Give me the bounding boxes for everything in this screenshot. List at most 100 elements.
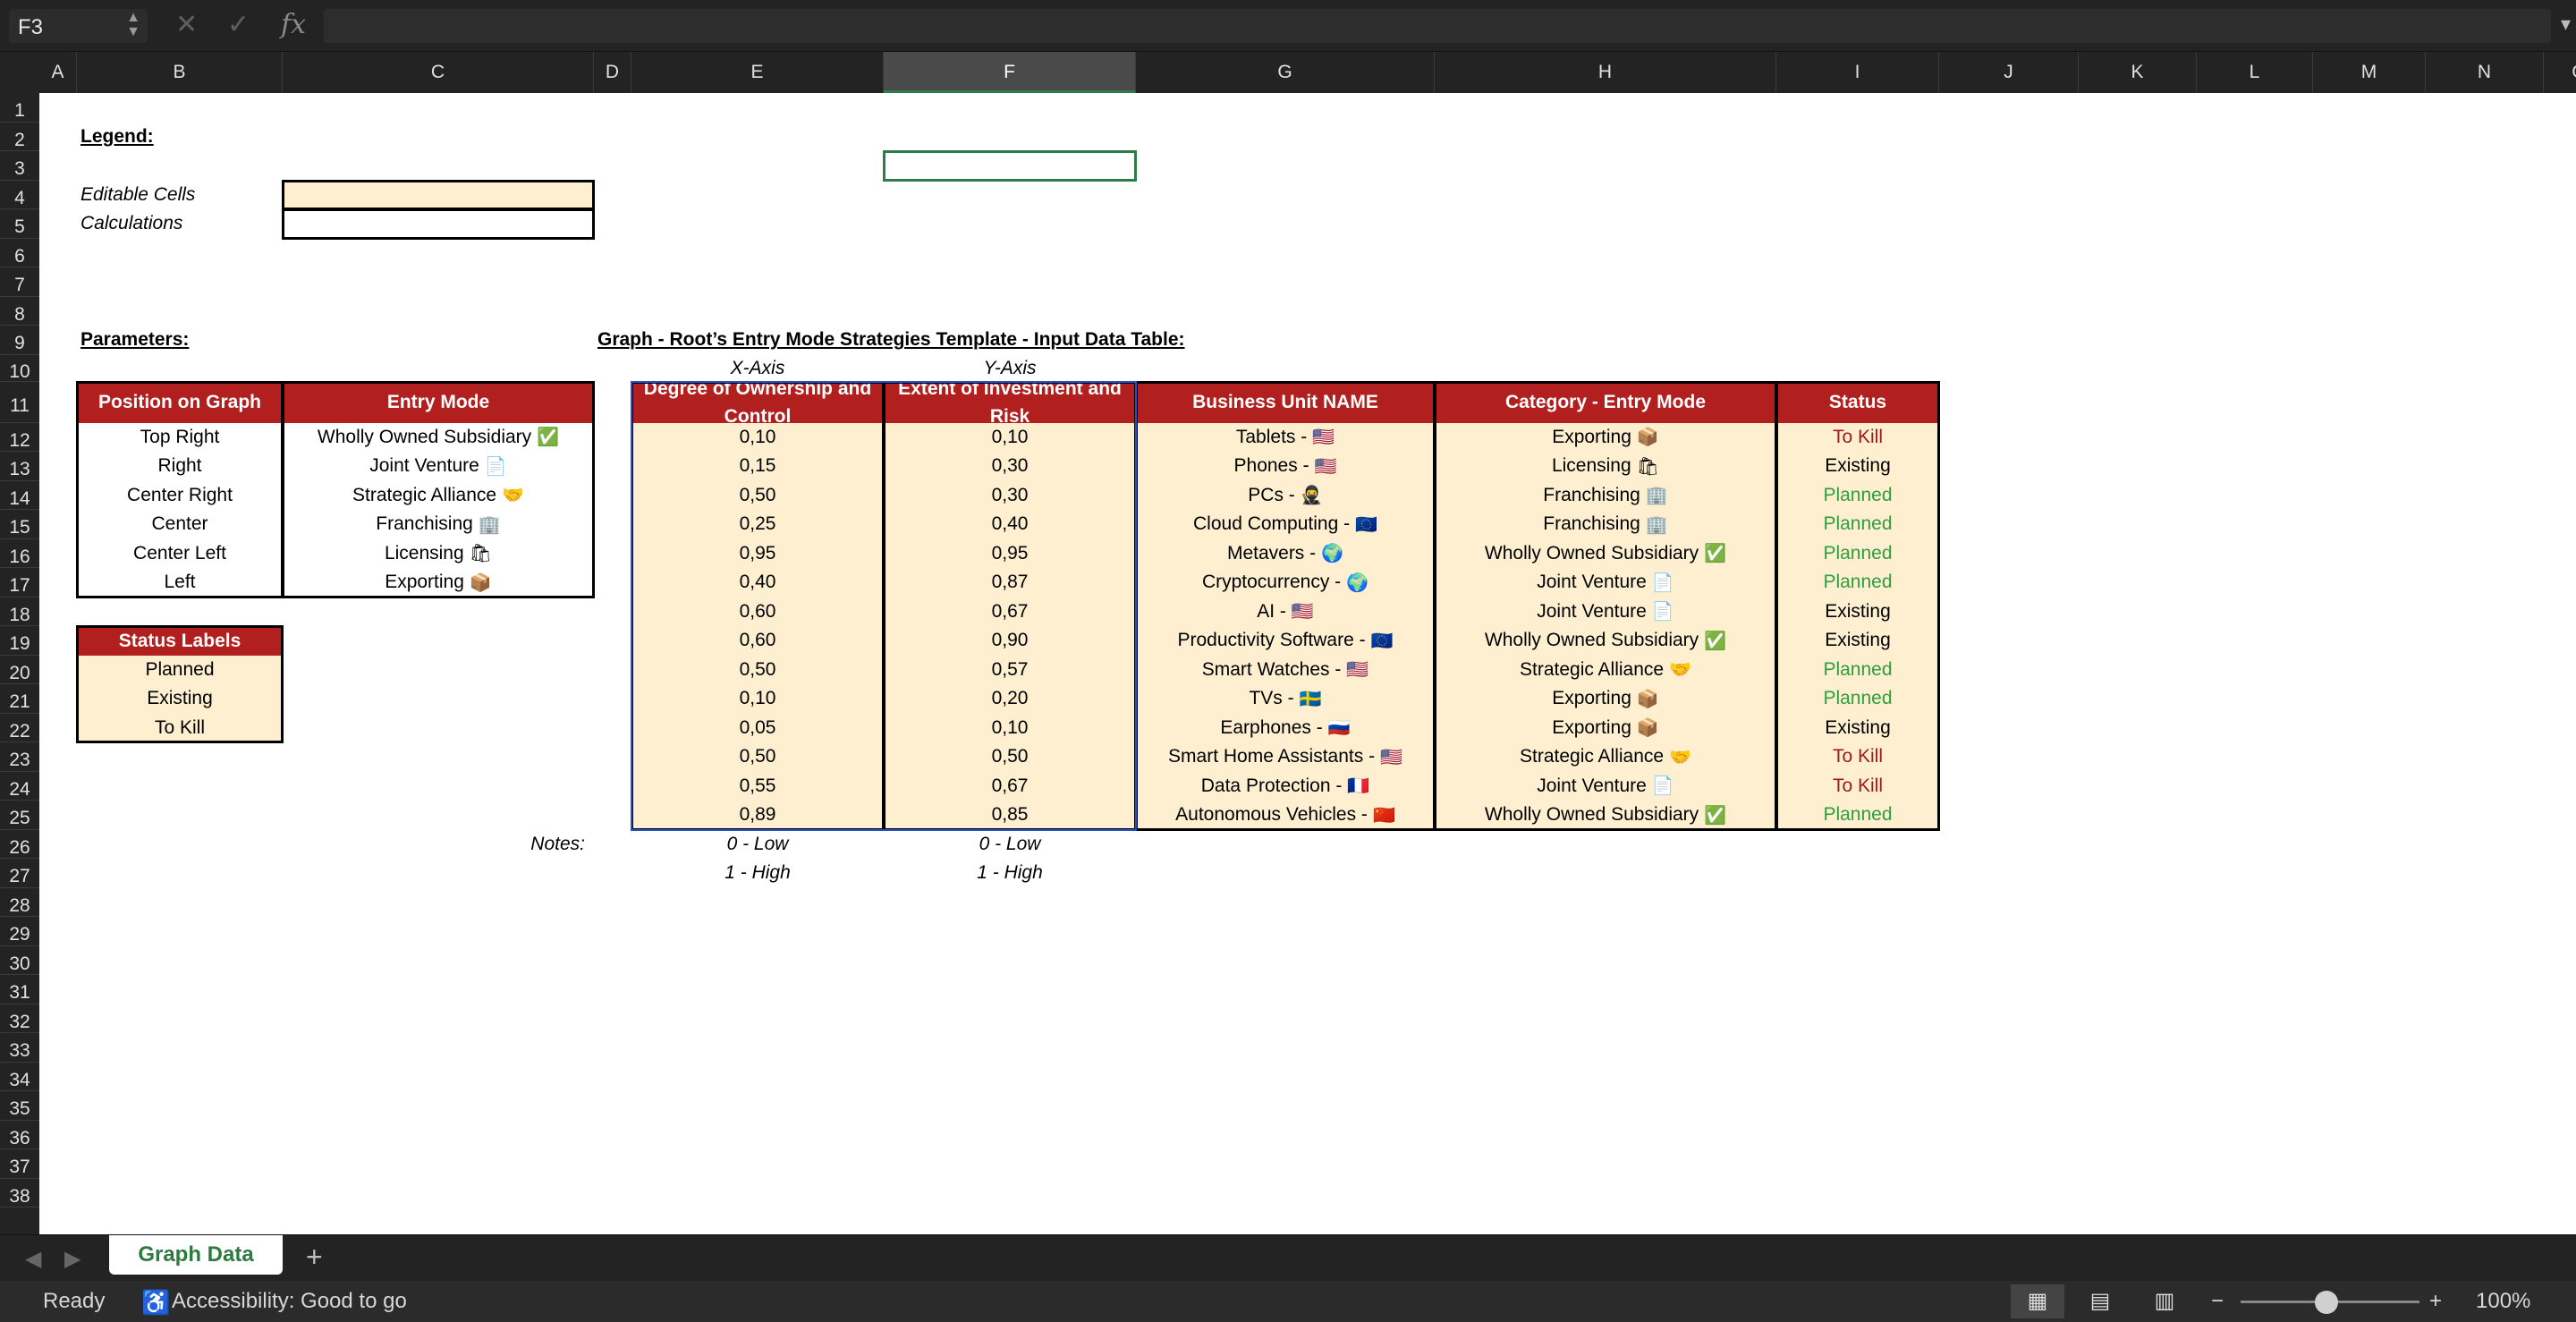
investment-value-4[interactable]: 0,40 <box>884 510 1136 539</box>
status-1[interactable]: To Kill <box>1776 422 1939 452</box>
row-header-2[interactable]: 2 <box>0 123 39 151</box>
status-6[interactable]: Planned <box>1776 568 1939 597</box>
column-header-b[interactable]: B <box>77 52 283 93</box>
status-11[interactable]: Existing <box>1776 713 1939 742</box>
next-sheet-icon[interactable]: ▶ <box>64 1246 80 1272</box>
status-9[interactable]: Planned <box>1776 655 1939 684</box>
row-header-27[interactable]: 27 <box>0 859 39 888</box>
fx-icon[interactable]: fx <box>281 9 306 40</box>
investment-value-11[interactable]: 0,10 <box>884 713 1136 742</box>
category-12[interactable]: Strategic Alliance 🤝 <box>1435 742 1776 772</box>
row-header-31[interactable]: 31 <box>0 975 39 1004</box>
param-entry-mode-6[interactable]: Exporting 📦 <box>283 568 594 597</box>
legend-calculations-swatch[interactable] <box>283 209 594 239</box>
column-header-a[interactable]: A <box>39 52 77 93</box>
param-position-5[interactable]: Center Left <box>77 539 283 569</box>
investment-value-2[interactable]: 0,30 <box>884 452 1136 481</box>
category-13[interactable]: Joint Venture 📄 <box>1435 771 1776 801</box>
row-header-5[interactable]: 5 <box>0 209 39 239</box>
row-header-11[interactable]: 11 <box>0 382 39 423</box>
accessibility-status[interactable]: Accessibility: Good to go <box>172 1289 407 1314</box>
status-label-existing[interactable]: Existing <box>77 684 283 714</box>
sheet-grid[interactable]: Legend: Editable Cells Calculations Paramet… <box>39 93 2576 1234</box>
investment-value-14[interactable]: 0,85 <box>884 801 1136 830</box>
row-header-36[interactable]: 36 <box>0 1121 39 1149</box>
row-header-24[interactable]: 24 <box>0 772 39 801</box>
investment-value-9[interactable]: 0,57 <box>884 655 1136 684</box>
category-11[interactable]: Exporting 📦 <box>1435 713 1776 742</box>
status-4[interactable]: Planned <box>1776 510 1939 539</box>
ownership-value-4[interactable]: 0,25 <box>631 510 884 539</box>
ownership-value-12[interactable]: 0,50 <box>631 742 884 772</box>
row-header-9[interactable]: 9 <box>0 326 39 355</box>
investment-value-12[interactable]: 0,50 <box>884 742 1136 772</box>
page-break-view-icon[interactable]: ▥ <box>2138 1284 2191 1318</box>
ownership-value-1[interactable]: 0,10 <box>631 422 884 452</box>
category-8[interactable]: Wholly Owned Subsidiary ✅ <box>1435 626 1776 656</box>
category-14[interactable]: Wholly Owned Subsidiary ✅ <box>1435 801 1776 830</box>
row-header-1[interactable]: 1 <box>0 93 39 123</box>
investment-value-13[interactable]: 0,67 <box>884 771 1136 801</box>
business-unit-11[interactable]: Earphones - 🇷🇺 <box>1136 713 1435 742</box>
ownership-value-9[interactable]: 0,50 <box>631 655 884 684</box>
ownership-value-10[interactable]: 0,10 <box>631 684 884 714</box>
category-2[interactable]: Licensing 🛍 <box>1435 452 1776 481</box>
row-header-18[interactable]: 18 <box>0 597 39 626</box>
param-entry-mode-5[interactable]: Licensing 🛍 <box>283 539 594 569</box>
category-3[interactable]: Franchising 🏢 <box>1435 480 1776 510</box>
status-13[interactable]: To Kill <box>1776 771 1939 801</box>
param-entry-mode-2[interactable]: Joint Venture 📄 <box>283 452 594 481</box>
category-7[interactable]: Joint Venture 📄 <box>1435 597 1776 626</box>
row-header-29[interactable]: 29 <box>0 917 39 946</box>
column-header-l[interactable]: L <box>2197 52 2313 93</box>
investment-value-6[interactable]: 0,87 <box>884 568 1136 597</box>
investment-value-8[interactable]: 0,90 <box>884 626 1136 656</box>
column-header-d[interactable]: D <box>594 52 631 93</box>
ownership-value-13[interactable]: 0,55 <box>631 771 884 801</box>
row-header-28[interactable]: 28 <box>0 888 39 917</box>
business-unit-4[interactable]: Cloud Computing - 🇪🇺 <box>1136 510 1435 539</box>
row-header-10[interactable]: 10 <box>0 355 39 382</box>
row-header-34[interactable]: 34 <box>0 1063 39 1091</box>
sheet-tab-graph-data[interactable]: Graph Data <box>109 1235 283 1275</box>
business-unit-7[interactable]: AI - 🇺🇸 <box>1136 597 1435 626</box>
ownership-value-11[interactable]: 0,05 <box>631 713 884 742</box>
status-8[interactable]: Existing <box>1776 626 1939 656</box>
column-header-h[interactable]: H <box>1435 52 1776 93</box>
name-box[interactable]: F3 ▲ ▼ <box>9 9 148 43</box>
status-10[interactable]: Planned <box>1776 684 1939 714</box>
ownership-value-3[interactable]: 0,50 <box>631 480 884 510</box>
row-header-15[interactable]: 15 <box>0 510 39 539</box>
param-position-2[interactable]: Right <box>77 452 283 481</box>
business-unit-14[interactable]: Autonomous Vehicles - 🇨🇳 <box>1136 801 1435 830</box>
row-header-13[interactable]: 13 <box>0 452 39 481</box>
business-unit-13[interactable]: Data Protection - 🇫🇷 <box>1136 771 1435 801</box>
param-entry-mode-3[interactable]: Strategic Alliance 🤝 <box>283 481 594 511</box>
ownership-value-2[interactable]: 0,15 <box>631 452 884 481</box>
business-unit-10[interactable]: TVs - 🇸🇪 <box>1136 684 1435 714</box>
row-header-32[interactable]: 32 <box>0 1004 39 1033</box>
business-unit-9[interactable]: Smart Watches - 🇺🇸 <box>1136 655 1435 684</box>
column-header-f[interactable]: F <box>884 52 1136 93</box>
row-header-25[interactable]: 25 <box>0 801 39 830</box>
row-header-17[interactable]: 17 <box>0 568 39 597</box>
status-14[interactable]: Planned <box>1776 801 1939 830</box>
business-unit-5[interactable]: Metavers - 🌍 <box>1136 538 1435 568</box>
status-label-planned[interactable]: Planned <box>77 655 283 684</box>
status-7[interactable]: Existing <box>1776 597 1939 626</box>
row-header-19[interactable]: 19 <box>0 626 39 656</box>
accessibility-icon[interactable]: ♿ <box>141 1289 170 1317</box>
row-header-30[interactable]: 30 <box>0 946 39 975</box>
column-header-o[interactable]: O <box>2544 52 2576 93</box>
ownership-value-8[interactable]: 0,60 <box>631 626 884 656</box>
status-2[interactable]: Existing <box>1776 452 1939 481</box>
row-header-20[interactable]: 20 <box>0 656 39 684</box>
add-sheet-button[interactable]: + <box>306 1241 323 1274</box>
zoom-in-button[interactable]: + <box>2429 1289 2442 1314</box>
row-header-35[interactable]: 35 <box>0 1091 39 1121</box>
business-unit-12[interactable]: Smart Home Assistants - 🇺🇸 <box>1136 742 1435 772</box>
row-header-6[interactable]: 6 <box>0 239 39 267</box>
zoom-slider-handle[interactable] <box>2315 1291 2338 1314</box>
row-header-16[interactable]: 16 <box>0 539 39 568</box>
status-5[interactable]: Planned <box>1776 538 1939 568</box>
